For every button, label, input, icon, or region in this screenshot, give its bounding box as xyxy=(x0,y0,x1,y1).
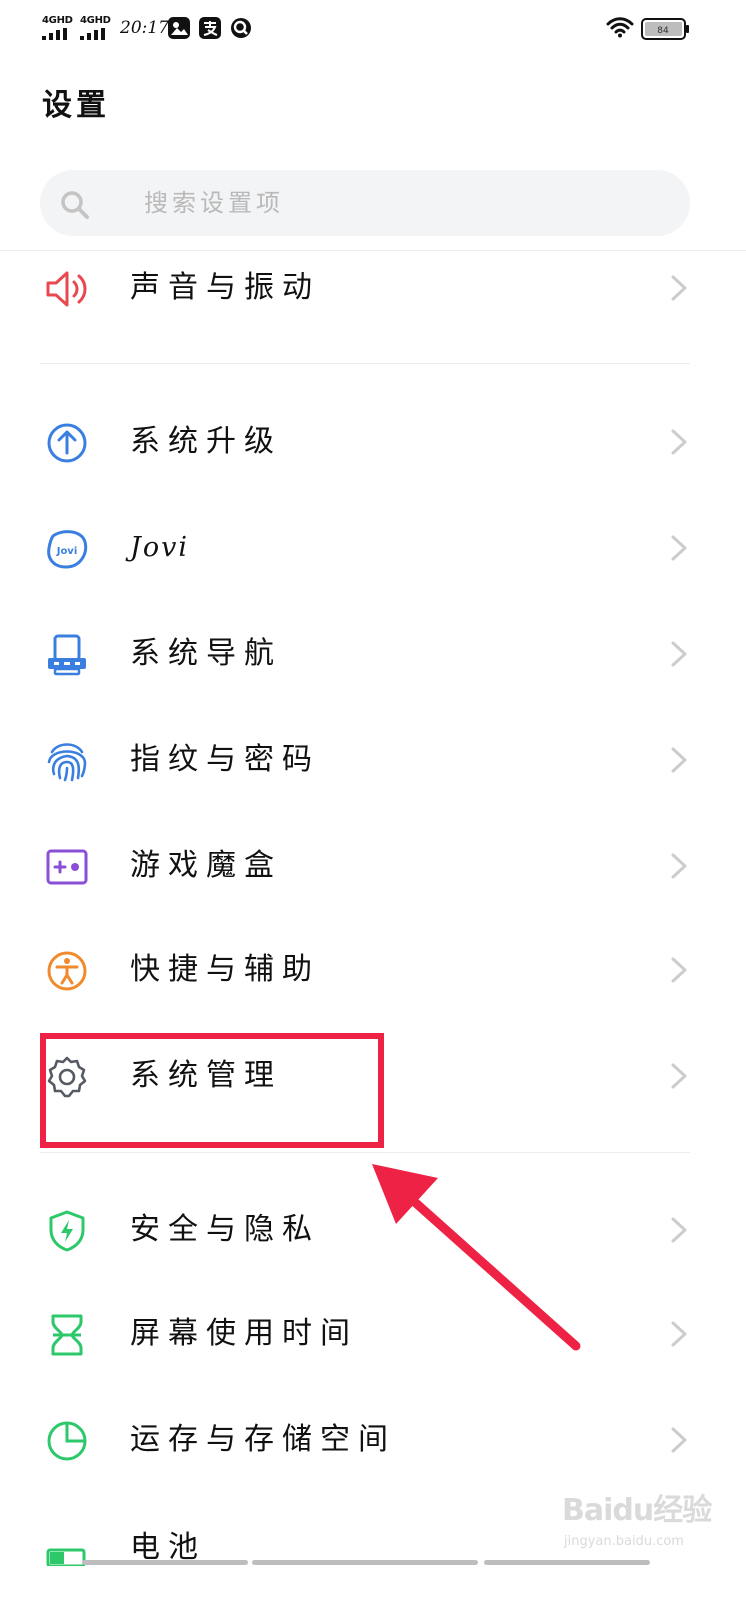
chevron-right-icon xyxy=(671,1217,687,1243)
chevron-right-icon xyxy=(671,957,687,983)
settings-item-label: 安全与隐私 xyxy=(130,1212,320,1247)
chevron-right-icon xyxy=(671,747,687,773)
arrow-annotation-icon xyxy=(372,1164,581,1351)
wifi-icon xyxy=(606,17,634,38)
signal-strength-2: 4GHD xyxy=(80,16,112,42)
settings-item-label: Jovi xyxy=(130,532,189,563)
settings-item-label: 系统升级 xyxy=(130,424,282,459)
settings-item-label: 系统导航 xyxy=(130,636,282,671)
chevron-right-icon xyxy=(671,275,687,301)
accessibility-icon xyxy=(47,951,87,991)
svg-text:Jovi: Jovi xyxy=(56,546,78,557)
gamepad-icon xyxy=(46,849,88,885)
home-indicator-segment xyxy=(484,1560,650,1565)
signal-icon xyxy=(80,28,105,40)
settings-item-system-navigation[interactable]: 系统导航 xyxy=(0,604,746,704)
fingerprint-icon xyxy=(47,743,87,782)
settings-item-memory-storage[interactable]: 运存与存储空间 xyxy=(0,1390,746,1490)
hourglass-icon xyxy=(51,1314,83,1356)
chevron-right-icon xyxy=(671,853,687,879)
chevron-right-icon xyxy=(671,1063,687,1089)
watermark-url: jingyan.baidu.com xyxy=(564,1534,684,1549)
jovi-icon: Jovi xyxy=(47,530,88,569)
chevron-right-icon xyxy=(671,641,687,667)
chevron-right-icon xyxy=(671,429,687,455)
gallery-icon xyxy=(168,17,190,39)
signal-icon xyxy=(42,28,67,40)
settings-item-label: 运存与存储空间 xyxy=(130,1422,396,1457)
signal-type-label: 4GHD xyxy=(80,15,111,26)
settings-item-system-upgrade[interactable]: 系统升级 xyxy=(0,392,746,492)
settings-item-label: 屏幕使用时间 xyxy=(130,1316,358,1351)
home-indicator-segment xyxy=(252,1560,478,1565)
settings-item-fingerprint-password[interactable]: 指纹与密码 xyxy=(0,710,746,810)
signal-type-label: 4GHD xyxy=(42,15,73,26)
battery-level: 84 xyxy=(657,26,669,36)
upgrade-arrow-icon xyxy=(47,423,87,463)
status-bar: 4GHD 4GHD 20:17 84 xyxy=(0,0,746,58)
alipay-icon xyxy=(199,17,221,39)
search-bar[interactable] xyxy=(40,170,690,236)
chevron-right-icon xyxy=(671,1427,687,1453)
speaker-icon xyxy=(46,271,87,307)
highlight-annotation-box xyxy=(40,1033,384,1148)
page-title: 设置 xyxy=(42,88,110,123)
settings-item-label: 声音与振动 xyxy=(130,270,320,305)
search-input[interactable] xyxy=(144,184,664,222)
watermark-brand: Baidu经验 xyxy=(562,1493,712,1528)
settings-item-label: 快捷与辅助 xyxy=(130,952,320,987)
settings-item-label: 游戏魔盒 xyxy=(130,848,282,883)
shield-icon xyxy=(49,1210,85,1252)
settings-item-shortcuts-accessibility[interactable]: 快捷与辅助 xyxy=(0,920,746,1020)
settings-item-sound-vibration[interactable]: 声音与振动 xyxy=(0,238,746,338)
search-icon xyxy=(61,191,89,219)
chevron-right-icon xyxy=(671,535,687,561)
group-divider xyxy=(40,363,690,364)
app-q-icon xyxy=(230,17,252,39)
settings-item-label: 指纹与密码 xyxy=(130,742,320,777)
storage-pie-icon xyxy=(47,1421,87,1461)
settings-item-game-box[interactable]: 游戏魔盒 xyxy=(0,816,746,916)
home-indicator-segment xyxy=(82,1560,248,1565)
battery-icon: 84 xyxy=(641,18,689,40)
settings-item-jovi[interactable]: Jovi Jovi xyxy=(0,498,746,598)
signal-strength-1: 4GHD xyxy=(42,16,74,42)
navigation-icon xyxy=(48,634,86,676)
clock: 20:17 xyxy=(120,18,169,38)
chevron-right-icon xyxy=(671,1321,687,1347)
watermark: Baidu经验 jingyan.baidu.com xyxy=(562,1488,712,1558)
